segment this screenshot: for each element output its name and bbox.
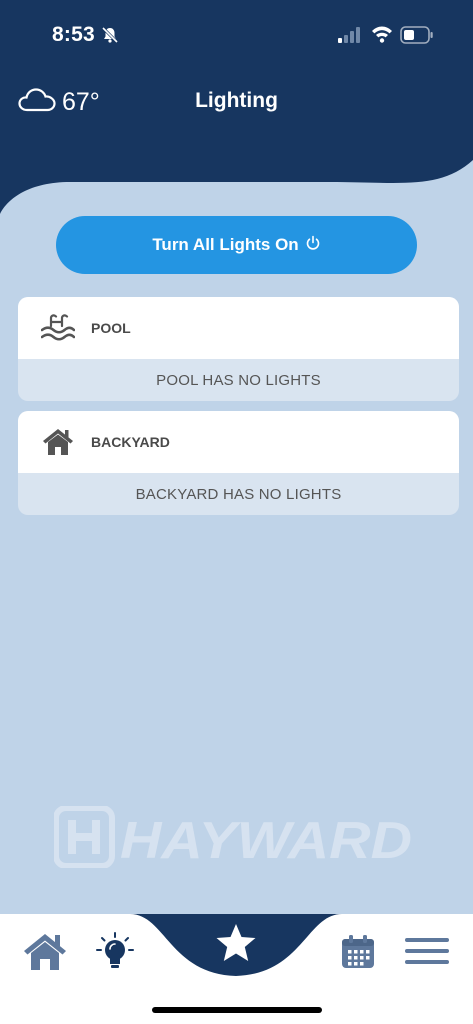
area-empty-message: POOL HAS NO LIGHTS <box>156 371 321 389</box>
battery-icon <box>400 26 434 49</box>
hayward-logo: HAYWARD <box>53 805 426 873</box>
cellular-signal-icon <box>338 27 362 48</box>
area-card-pool[interactable]: POOL POOL HAS NO LIGHTS <box>18 297 459 401</box>
calendar-icon <box>340 934 376 975</box>
wifi-icon <box>371 25 393 48</box>
area-card-backyard[interactable]: BACKYARD BACKYARD HAS NO LIGHTS <box>18 411 459 515</box>
hayward-logo-text: HAYWARD <box>120 812 412 868</box>
turn-all-lights-on-button[interactable]: Turn All Lights On <box>56 216 417 274</box>
nav-favorites-button[interactable] <box>214 922 258 969</box>
status-time: 8:53 <box>52 23 95 46</box>
area-card-header[interactable]: BACKYARD <box>18 411 459 473</box>
area-card-header[interactable]: POOL <box>18 297 459 359</box>
home-icon <box>22 932 68 977</box>
nav-home-button[interactable] <box>22 932 68 977</box>
nav-menu-button[interactable] <box>404 936 450 971</box>
home-indicator <box>152 1007 322 1013</box>
house-icon <box>40 428 76 456</box>
nav-lighting-button[interactable] <box>96 932 134 977</box>
lightbulb-icon <box>96 932 134 977</box>
nav-schedule-button[interactable] <box>340 934 376 975</box>
turn-all-lights-label: Turn All Lights On <box>152 235 299 254</box>
bell-muted-icon <box>101 26 119 49</box>
status-bar: 8:53 <box>0 0 473 70</box>
power-icon <box>305 235 321 256</box>
pool-icon <box>40 314 76 342</box>
menu-icon <box>404 936 450 971</box>
area-title: BACKYARD <box>91 434 170 450</box>
area-title: POOL <box>91 320 131 336</box>
area-empty-message: BACKYARD HAS NO LIGHTS <box>135 485 342 503</box>
page-title: Lighting <box>195 89 278 112</box>
star-icon <box>214 922 258 969</box>
